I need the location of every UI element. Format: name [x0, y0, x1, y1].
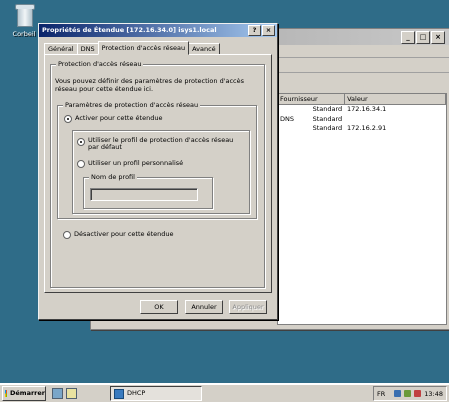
taskbar-button-dhcp[interactable]: DHCP — [110, 386, 202, 401]
close-button[interactable]: × — [431, 31, 445, 44]
default-profile-radio[interactable]: Utiliser le profil de protection d'accès… — [77, 137, 237, 151]
profile-options-group: Utiliser le profil de protection d'accès… — [72, 130, 250, 214]
help-button[interactable]: ? — [248, 25, 261, 36]
radio-button-selected — [77, 138, 85, 146]
taskbar-button-label: DHCP — [127, 389, 146, 397]
start-button[interactable]: Démarrer — [2, 386, 46, 401]
radio-button — [77, 160, 85, 168]
profile-name-group-title: Nom de profil — [89, 173, 137, 181]
recycle-bin-icon — [11, 2, 37, 28]
list-row[interactable]: Standard 172.16.34.1 — [278, 105, 446, 115]
disable-radio-label: Désactiver pour cette étendue — [74, 230, 174, 238]
nap-settings-group: Paramètres de protection d'accès réseau … — [57, 101, 257, 219]
start-label: Démarrer — [10, 389, 45, 397]
default-profile-radio-label: Utiliser le profil de protection d'accès… — [88, 136, 234, 151]
nap-outer-group: Protection d'accès réseau Vous pouvez dé… — [50, 60, 265, 288]
options-list: Fournisseur Valeur Standard 172.16.34.1 … — [277, 93, 447, 325]
apply-button[interactable]: Appliquer — [229, 300, 267, 314]
server-manager-icon[interactable] — [66, 388, 77, 399]
row-provider: Standard — [312, 105, 343, 113]
tab-nap[interactable]: Protection d'accès réseau — [97, 41, 190, 55]
windows-logo-icon — [5, 390, 7, 397]
nap-outer-group-title: Protection d'accès réseau — [56, 60, 144, 68]
dhcp-icon — [114, 388, 124, 399]
custom-profile-radio[interactable]: Utiliser un profil personnalisé — [77, 159, 183, 168]
dialog-title: Propriétés de Étendue [172.16.34.0] isys… — [42, 26, 217, 34]
notification-icon[interactable] — [414, 390, 422, 397]
ok-button[interactable]: OK — [140, 300, 178, 314]
dialog-titlebar[interactable]: Propriétés de Étendue [172.16.34.0] isys… — [39, 24, 277, 37]
radio-button — [63, 231, 71, 239]
dialog-close-button[interactable]: × — [262, 25, 275, 36]
disable-radio[interactable]: Désactiver pour cette étendue — [63, 230, 174, 239]
row-label-dns: DNS — [280, 114, 294, 123]
maximize-button[interactable]: □ — [416, 31, 430, 44]
row-value: 172.16.34.1 — [347, 105, 387, 113]
minimize-button[interactable]: _ — [401, 31, 415, 44]
profile-name-input[interactable] — [90, 188, 198, 201]
profile-name-group: Nom de profil — [83, 173, 213, 209]
row-value: 172.16.2.91 — [347, 124, 387, 132]
row-value — [345, 115, 446, 125]
column-header-fournisseur[interactable]: Fournisseur — [278, 94, 346, 104]
enable-radio-label: Activer pour cette étendue — [75, 114, 163, 122]
column-header-valeur[interactable]: Valeur — [345, 94, 446, 104]
cancel-button[interactable]: Annuler — [185, 300, 223, 314]
network-icon[interactable] — [394, 390, 402, 397]
enable-radio[interactable]: Activer pour cette étendue — [64, 114, 162, 123]
security-icon[interactable] — [404, 390, 412, 397]
clock: 13:48 — [424, 389, 443, 398]
radio-button-selected — [64, 115, 72, 123]
system-tray: FR 13:48 — [373, 386, 447, 401]
nap-settings-group-title: Paramètres de protection d'accès réseau — [63, 101, 201, 109]
list-row[interactable]: DNS Standard — [278, 115, 446, 125]
row-provider: Standard — [312, 124, 343, 132]
nap-tab-panel: Protection d'accès réseau Vous pouvez dé… — [44, 54, 272, 293]
list-header: Fournisseur Valeur — [278, 94, 446, 105]
custom-profile-radio-label: Utiliser un profil personnalisé — [88, 159, 184, 167]
quick-launch — [52, 388, 77, 399]
show-desktop-icon[interactable] — [52, 388, 63, 399]
language-indicator[interactable]: FR — [377, 390, 385, 398]
taskbar: Démarrer DHCP FR 13:48 — [0, 383, 449, 402]
nap-description: Vous pouvez définir des paramètres de pr… — [55, 77, 245, 93]
row-provider: Standard — [312, 114, 343, 123]
scope-properties-dialog: Propriétés de Étendue [172.16.34.0] isys… — [38, 23, 278, 320]
list-row[interactable]: Standard 172.16.2.91 — [278, 124, 446, 134]
